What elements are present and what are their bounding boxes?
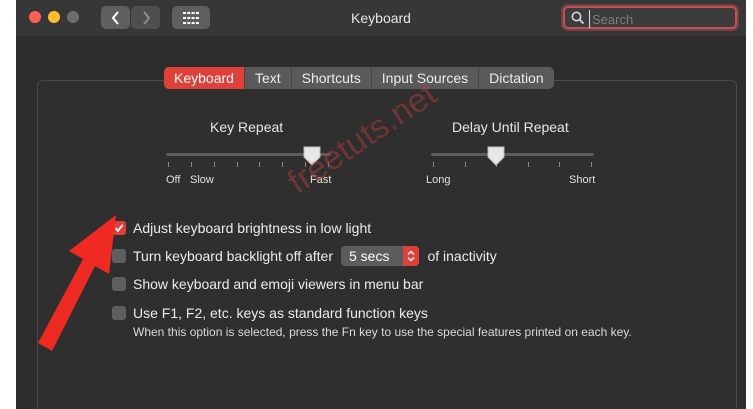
slider-tick xyxy=(433,162,434,167)
option-adjust-brightness[interactable]: Adjust keyboard brightness in low light xyxy=(112,220,371,236)
forward-chevron-icon xyxy=(142,10,150,25)
brightness-label: Adjust keyboard brightness in low light xyxy=(133,220,372,236)
option-backlight-off[interactable]: Turn keyboard backlight off after 5 secs… xyxy=(112,246,497,266)
stepper-arrows-icon[interactable] xyxy=(403,246,420,266)
search-field[interactable] xyxy=(563,6,737,29)
tab-bar: Keyboard Text Shortcuts Input Sources Di… xyxy=(164,67,554,89)
key-repeat-off-label: Off xyxy=(166,174,181,186)
tab-dictation[interactable]: Dictation xyxy=(479,67,553,89)
slider-tick xyxy=(213,162,215,167)
tab-keyboard[interactable]: Keyboard xyxy=(164,67,245,89)
tab-shortcuts[interactable]: Shortcuts xyxy=(292,67,372,89)
show-all-button[interactable] xyxy=(172,6,210,29)
key-repeat-label: Key Repeat xyxy=(210,119,284,135)
option-function-keys[interactable]: Use F1, F2, etc. keys as standard functi… xyxy=(112,305,428,321)
grid-icon xyxy=(183,11,199,24)
minimize-button[interactable] xyxy=(48,11,60,23)
delay-long-label: Long xyxy=(426,174,451,186)
search-input[interactable] xyxy=(589,10,734,28)
function-keys-note: When this option is selected, press the … xyxy=(133,325,632,339)
back-chevron-icon xyxy=(111,10,119,25)
close-button[interactable] xyxy=(29,11,41,23)
slider-tick xyxy=(259,162,261,167)
slider-tick xyxy=(168,162,169,167)
key-repeat-slow-label: Slow xyxy=(190,174,214,186)
forward-button[interactable] xyxy=(131,6,160,29)
slider-tick xyxy=(464,162,466,167)
slider-tick xyxy=(236,162,238,167)
slider-tick xyxy=(282,162,284,167)
search-icon xyxy=(571,11,585,25)
back-button[interactable] xyxy=(101,6,130,29)
backlight-timeout-select[interactable]: 5 secs xyxy=(341,246,420,266)
delay-short-label: Short xyxy=(569,174,596,186)
delay-until-repeat-label: Delay Until Repeat xyxy=(452,119,569,135)
function-keys-label: Use F1, F2, etc. keys as standard functi… xyxy=(133,305,428,321)
option-show-viewers[interactable]: Show keyboard and emoji viewers in menu … xyxy=(112,276,423,292)
delay-until-repeat-track[interactable] xyxy=(431,153,594,156)
slider-tick xyxy=(559,162,561,167)
backlight-timeout-value: 5 secs xyxy=(349,248,390,264)
red-arrow-annotation xyxy=(38,215,116,351)
backlight-prefix: Turn keyboard backlight off after xyxy=(133,248,333,264)
delay-until-repeat-slider-knob[interactable] xyxy=(487,146,505,166)
zoom-button[interactable] xyxy=(67,11,79,23)
backlight-suffix: of inactivity xyxy=(427,248,497,264)
slider-tick xyxy=(527,162,529,167)
slider-tick xyxy=(591,162,592,167)
title-bar: Keyboard xyxy=(16,0,746,36)
emoji-viewer-label: Show keyboard and emoji viewers in menu … xyxy=(133,276,424,292)
slider-tick xyxy=(190,162,192,167)
window-title: Keyboard xyxy=(351,10,411,26)
tab-text[interactable]: Text xyxy=(245,67,292,89)
